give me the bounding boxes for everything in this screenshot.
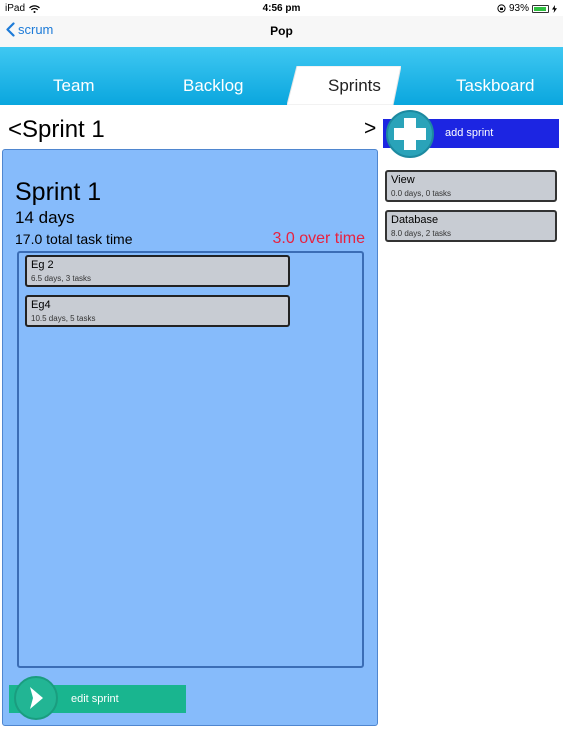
sprint-header: <Sprint 1 > add sprint (0, 105, 563, 149)
tab-team[interactable]: Team (53, 76, 95, 96)
play-arrow-icon[interactable] (14, 676, 58, 720)
sprint-total-time: 17.0 total task time (15, 231, 133, 247)
status-time: 4:56 pm (262, 3, 301, 14)
edit-sprint-label: edit sprint (71, 693, 119, 705)
add-sprint-label: add sprint (445, 127, 494, 139)
status-bar: iPad 4:56 pm 93% (0, 0, 563, 16)
charging-icon (552, 4, 557, 13)
story-title: Eg 2 (31, 259, 54, 271)
available-story-card[interactable]: Database 8.0 days, 2 tasks (385, 210, 557, 242)
nav-title: Pop (270, 24, 293, 38)
sprint-over-time: 3.0 over time (272, 230, 365, 247)
tab-taskboard[interactable]: Taskboard (456, 76, 534, 96)
plus-icon[interactable] (386, 110, 434, 158)
story-subtitle: 10.5 days, 5 tasks (31, 314, 96, 323)
story-title: Database (391, 214, 439, 226)
available-story-card[interactable]: View 0.0 days, 0 tasks (385, 170, 557, 202)
tab-backlog[interactable]: Backlog (183, 76, 243, 96)
battery-fill (534, 6, 547, 11)
next-sprint-button[interactable]: > (364, 117, 376, 141)
story-title: View (391, 174, 415, 186)
previous-sprint-button[interactable]: <Sprint 1 (8, 116, 105, 144)
story-subtitle: 6.5 days, 3 tasks (31, 274, 92, 283)
tab-bar: Team Backlog Sprints Taskboard (0, 47, 563, 105)
sprint-panel: Sprint 1 14 days 17.0 total task time 3.… (2, 149, 378, 726)
plus-icon-graphic (394, 118, 426, 150)
navigation-bar: scrum Pop (0, 16, 563, 47)
story-title: Eg4 (31, 299, 51, 311)
sprint-story-list[interactable]: Eg 2 6.5 days, 3 tasks Eg4 10.5 days, 5 … (17, 251, 364, 668)
story-subtitle: 0.0 days, 0 tasks (391, 189, 452, 198)
story-subtitle: 8.0 days, 2 tasks (391, 229, 452, 238)
sprint-name: Sprint 1 (15, 178, 102, 206)
sprint-story-card[interactable]: Eg 2 6.5 days, 3 tasks (25, 255, 290, 287)
tab-sprints[interactable]: Sprints (328, 76, 381, 96)
battery-icon (532, 4, 549, 13)
orientation-lock-icon (497, 4, 506, 13)
battery-percent: 93% (508, 3, 529, 14)
play-arrow-icon-graphic (30, 687, 43, 709)
status-right: 93% (497, 3, 557, 14)
sprint-story-card[interactable]: Eg4 10.5 days, 5 tasks (25, 295, 290, 327)
sprint-duration: 14 days (15, 208, 75, 227)
